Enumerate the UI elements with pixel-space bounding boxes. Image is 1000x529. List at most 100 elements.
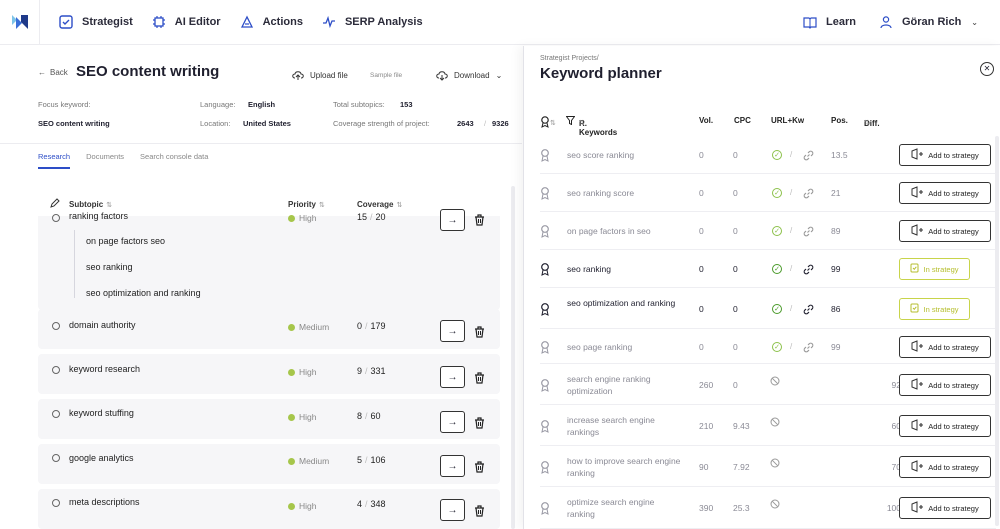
delete-button[interactable] [473,416,485,430]
in-strategy-button[interactable]: In strategy [899,258,970,280]
nav-strategist[interactable]: Strategist [58,14,133,30]
row-radio[interactable] [52,410,60,418]
subtopic-row[interactable]: keyword research High 9/331 → [38,354,500,394]
sample-file-link[interactable]: Sample file [370,72,402,79]
col-url-kw[interactable]: URL+Kw [771,116,804,125]
keyword-row[interactable]: seo ranking 0 0 ✓ / 99 In strategy [540,250,996,288]
delete-button[interactable] [473,504,485,518]
open-subtopic-button[interactable]: → [440,320,465,342]
open-subtopic-button[interactable]: → [440,209,465,231]
back-button[interactable]: ← Back [38,68,68,77]
coverage-current: 15 [357,212,368,222]
award-icon [541,116,549,128]
col-coverage[interactable]: Coverage ⇅ [357,200,402,209]
col-cpc[interactable]: CPC [734,116,751,125]
child-subtopic[interactable]: on page factors seo [86,236,165,246]
subtopic-row-expanded[interactable]: ranking factors High 15/20 → on page fac… [38,209,500,310]
not-ranking-icon [770,499,780,509]
app-logo[interactable] [0,0,40,45]
keyword-row[interactable]: seo ranking score 0 0 ✓ / 21 Add to strategy [540,174,996,212]
tab-search-console-data[interactable]: Search console data [140,152,208,161]
add-to-strategy-button[interactable]: Add to strategy [899,144,991,166]
tab-research[interactable]: Research [38,152,71,169]
link-icon[interactable] [802,225,814,237]
link-icon[interactable] [802,341,814,353]
add-to-strategy-button[interactable]: Add to strategy [899,415,991,437]
award-icon[interactable] [540,501,550,515]
breadcrumb[interactable]: Strategist Projects/ [540,55,599,62]
subtopic-row[interactable]: meta descriptions High 4/348 → [38,489,500,529]
keyword-row[interactable]: seo score ranking 0 0 ✓ / 13.5 Add to strategy [540,136,996,174]
keyword-text: how to improve search engine ranking [567,456,681,478]
keyword-row[interactable]: on page factors in seo 0 0 ✓ / 89 Add to strat… [540,212,996,250]
row-radio[interactable] [52,454,60,462]
delete-button[interactable] [473,460,485,474]
scrollbar[interactable] [995,136,999,526]
col-pos[interactable]: Pos. [831,116,848,125]
subtopic-row[interactable]: domain authority Medium 0/179 → [38,309,500,349]
delete-button[interactable] [473,325,485,339]
add-to-strategy-button[interactable]: Add to strategy [899,220,991,242]
award-icon[interactable] [540,224,550,238]
keyword-row[interactable]: search engine ranking optimization 260 0 92… [540,364,996,405]
link-icon[interactable] [802,263,814,275]
add-to-strategy-button[interactable]: Add to strategy [899,456,991,478]
nav-actions[interactable]: Actions [239,14,303,30]
award-icon[interactable] [540,419,550,433]
subtopic-row[interactable]: google analytics Medium 5/106 → [38,444,500,484]
award-icon[interactable] [540,378,550,392]
award-icon[interactable] [540,148,550,162]
row-radio[interactable] [52,214,60,222]
col-vol[interactable]: Vol. [699,116,713,125]
award-icon[interactable] [540,460,550,474]
keyword-position: 99 [831,264,841,274]
subtopic-row[interactable]: keyword stuffing High 8/60 → [38,399,500,439]
user-menu[interactable]: Göran Rich ⌄ [878,14,978,30]
tab-documents[interactable]: Documents [86,152,124,161]
open-subtopic-button[interactable]: → [440,499,465,521]
row-radio[interactable] [52,366,60,374]
link-icon[interactable] [802,303,814,315]
award-icon[interactable] [540,262,550,276]
award-icon[interactable] [540,340,550,354]
row-radio[interactable] [52,322,60,330]
delete-button[interactable] [473,213,485,227]
child-subtopic[interactable]: seo optimization and ranking [86,288,201,298]
row-radio[interactable] [52,499,60,507]
download-button[interactable]: Download ⌄ [436,70,502,81]
keyword-difficulty: 92 [891,380,901,390]
filter-icon[interactable] [565,116,576,127]
col-ribbon[interactable]: ⇅ [540,116,556,130]
nav-ai-editor[interactable]: AI Editor [151,14,221,30]
open-subtopic-button[interactable]: → [440,455,465,477]
upload-file-button[interactable]: Upload file [292,70,348,81]
nav-serp-analysis[interactable]: SERP Analysis [321,14,423,30]
subtopic-name: google analytics [69,453,134,463]
child-subtopic[interactable]: seo ranking [86,262,133,272]
add-to-strategy-button[interactable]: Add to strategy [899,497,991,519]
open-subtopic-button[interactable]: → [440,411,465,433]
col-subtopic[interactable]: Subtopic ⇅ [69,200,112,209]
add-to-strategy-button[interactable]: Add to strategy [899,182,991,204]
award-icon[interactable] [540,186,550,200]
col-priority[interactable]: Priority ⇅ [288,200,325,209]
open-subtopic-button[interactable]: → [440,366,465,388]
keyword-row[interactable]: optimize search engine ranking 390 25.3 100… [540,487,996,529]
edit-icon[interactable] [50,198,60,210]
award-icon[interactable] [540,302,550,316]
add-to-strategy-button[interactable]: Add to strategy [899,336,991,358]
keyword-row[interactable]: how to improve search engine ranking 90 7.… [540,446,996,487]
keyword-row[interactable]: seo optimization and ranking 0 0 ✓ / 86 In str… [540,288,996,329]
keyword-row[interactable]: seo page ranking 0 0 ✓ / 99 Add to strategy [540,329,996,364]
add-to-strategy-button[interactable]: Add to strategy [899,374,991,396]
link-icon[interactable] [802,149,814,161]
scrollbar[interactable] [511,186,515,529]
delete-button[interactable] [473,371,485,385]
close-button[interactable]: ✕ [980,62,994,76]
col-coverage-label: Coverage [357,199,394,209]
in-strategy-button[interactable]: In strategy [899,298,970,320]
keyword-row[interactable]: increase search engine rankings 210 9.43 60… [540,405,996,446]
link-icon[interactable] [802,187,814,199]
keyword-position: 86 [831,304,841,314]
nav-learn[interactable]: Learn [802,14,856,30]
